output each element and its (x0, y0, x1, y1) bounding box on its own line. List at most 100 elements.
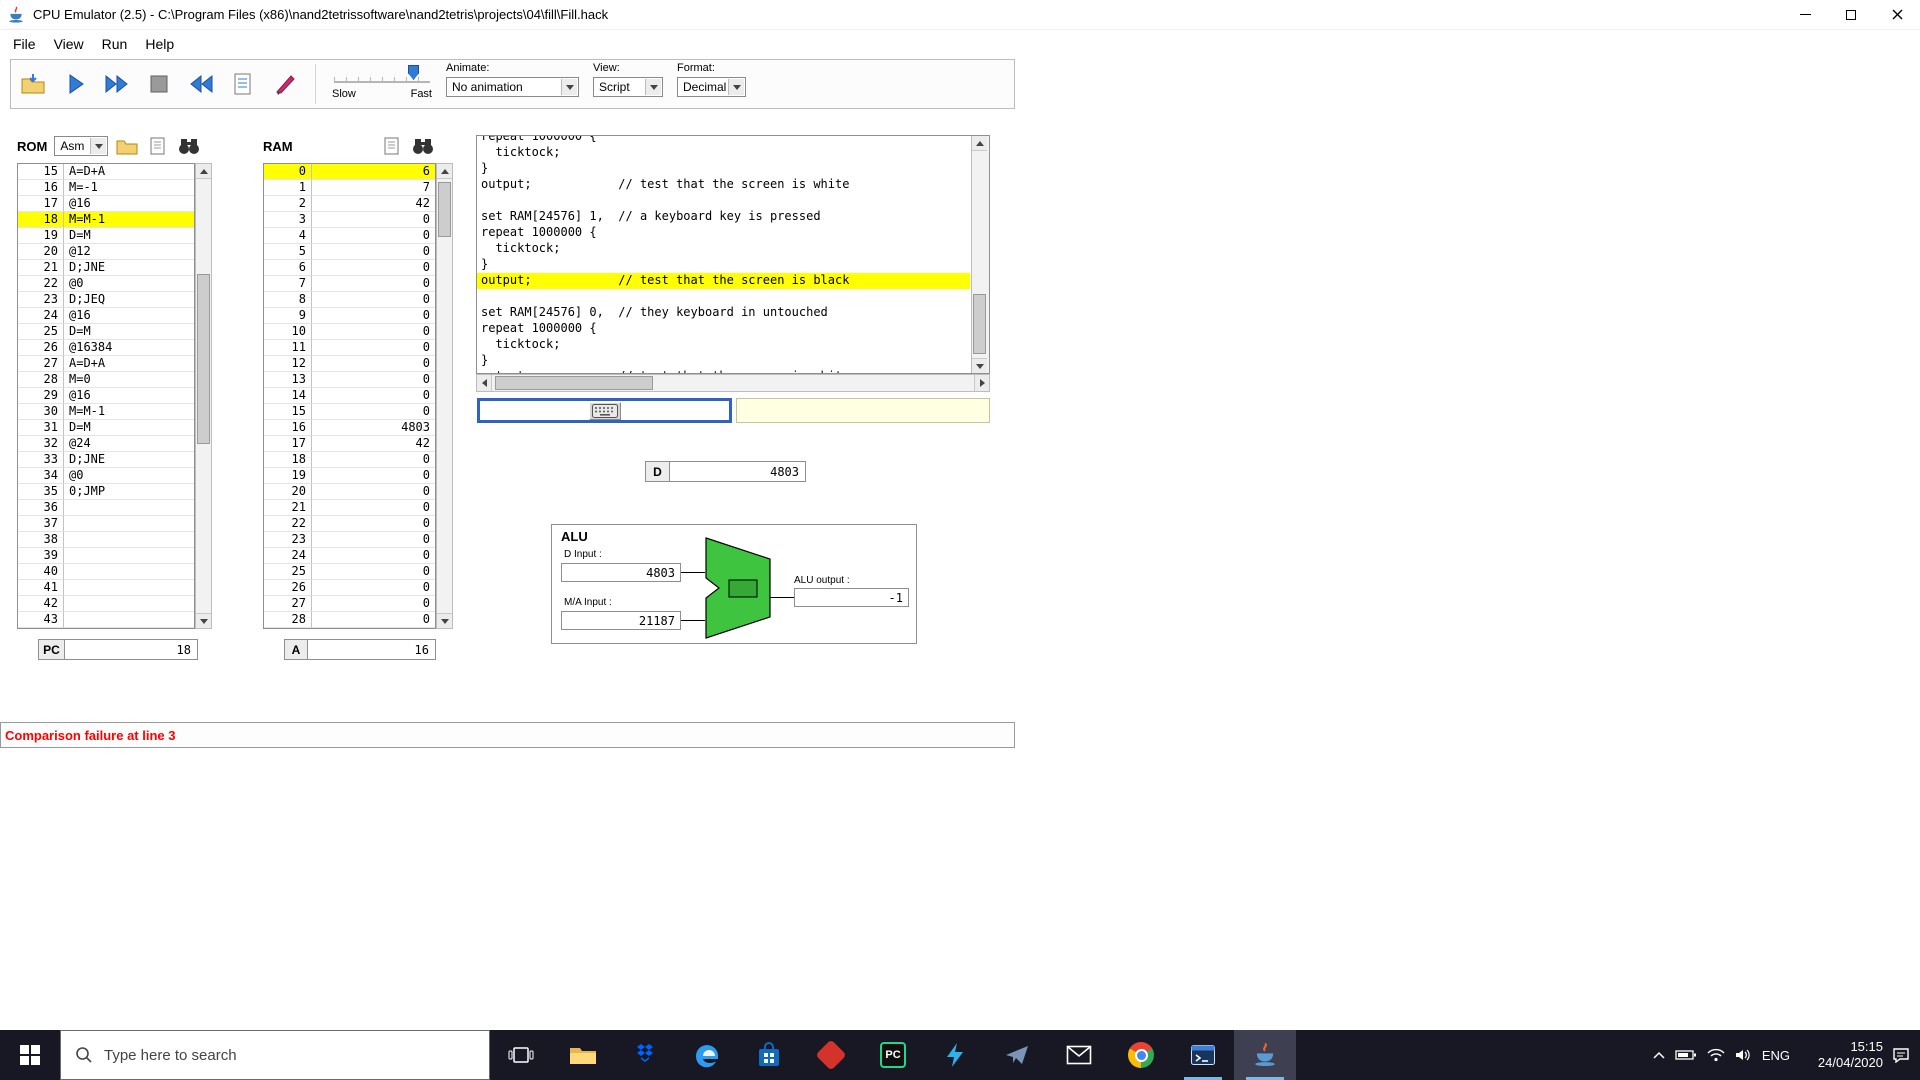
start-button[interactable] (0, 1030, 60, 1080)
mail-button[interactable] (1048, 1030, 1110, 1080)
rom-row-41[interactable]: 41 (18, 580, 194, 596)
mem-value[interactable]: @16 (64, 196, 194, 212)
script-line-12[interactable]: repeat 1000000 { (477, 321, 970, 337)
scroll-right-icon[interactable] (974, 375, 989, 391)
mem-value[interactable]: D;JNE (64, 452, 194, 468)
rom-scrollbar[interactable] (195, 163, 212, 629)
ram-row-23[interactable]: 23 0 (264, 532, 435, 548)
script-line-0[interactable]: repeat 1000000 { (477, 136, 970, 145)
mem-value[interactable]: 0 (312, 548, 435, 564)
volume-button[interactable] (1735, 1048, 1753, 1062)
rom-row-39[interactable]: 39 (18, 548, 194, 564)
mem-value[interactable]: 0 (312, 292, 435, 308)
mem-value[interactable]: @0 (64, 276, 194, 292)
script-line-13[interactable]: ticktock; (477, 337, 970, 353)
script-hscroll-thumb[interactable] (495, 376, 653, 390)
mem-value[interactable]: @0 (64, 468, 194, 484)
scroll-up-icon[interactable] (437, 164, 452, 179)
ram-row-0[interactable]: 06 (264, 164, 435, 180)
rom-row-21[interactable]: 21 D;JNE (18, 260, 194, 276)
script-line-14[interactable]: } (477, 353, 970, 369)
tray-expand-button[interactable] (1652, 1051, 1666, 1060)
rom-row-20[interactable]: 20 @12 (18, 244, 194, 260)
mem-value[interactable]: 0 (312, 532, 435, 548)
mem-value[interactable]: 0 (312, 244, 435, 260)
ram-row-4[interactable]: 40 (264, 228, 435, 244)
rom-row-24[interactable]: 24 @16 (18, 308, 194, 324)
rom-row-15[interactable]: 15 A=D+A (18, 164, 194, 180)
mem-value[interactable]: @16 (64, 388, 194, 404)
chrome-button[interactable] (1110, 1030, 1172, 1080)
menu-view[interactable]: View (45, 36, 93, 52)
ram-row-7[interactable]: 70 (264, 276, 435, 292)
ram-scrollbar[interactable] (436, 163, 453, 629)
rom-row-34[interactable]: 34 @0 (18, 468, 194, 484)
view-select[interactable]: Script (593, 77, 663, 97)
clock[interactable]: 15:15 24/04/2020 (1799, 1039, 1883, 1071)
load-program-button[interactable] (19, 68, 47, 100)
d-value-field[interactable]: 4803 (670, 461, 806, 482)
language-indicator[interactable]: ENG (1762, 1048, 1790, 1063)
ram-row-17[interactable]: 17 42 (264, 436, 435, 452)
mem-value[interactable]: @12 (64, 244, 194, 260)
script-line-11[interactable]: set RAM[24576] 0, // they keyboard in un… (477, 305, 970, 321)
mem-value[interactable]: 4803 (312, 420, 435, 436)
scroll-left-icon[interactable] (477, 375, 492, 391)
speed-slider[interactable]: Slow Fast (332, 63, 432, 105)
rom-load-button[interactable] (115, 136, 139, 156)
mem-value[interactable]: M=-1 (64, 180, 194, 196)
rom-row-31[interactable]: 31 D=M (18, 420, 194, 436)
file-explorer-button[interactable] (552, 1030, 614, 1080)
ram-row-20[interactable]: 20 0 (264, 484, 435, 500)
mem-value[interactable]: M=M-1 (64, 212, 194, 228)
mem-value[interactable]: 0 (312, 260, 435, 276)
keyboard-focus-area[interactable] (477, 398, 732, 423)
mem-value[interactable] (64, 500, 194, 516)
keyboard-display-field[interactable] (736, 398, 990, 423)
edge-button[interactable] (676, 1030, 738, 1080)
rom-row-17[interactable]: 17 @16 (18, 196, 194, 212)
ram-row-21[interactable]: 21 0 (264, 500, 435, 516)
ram-row-3[interactable]: 30 (264, 212, 435, 228)
mem-value[interactable]: D;JNE (64, 260, 194, 276)
ram-row-27[interactable]: 27 0 (264, 596, 435, 612)
app-bolt-button[interactable] (924, 1030, 986, 1080)
rom-row-22[interactable]: 22 @0 (18, 276, 194, 292)
mem-value[interactable]: 0 (312, 468, 435, 484)
mem-value[interactable]: 0 (312, 564, 435, 580)
mem-value[interactable]: 42 (312, 436, 435, 452)
rom-row-28[interactable]: 28 M=0 (18, 372, 194, 388)
rom-row-35[interactable]: 35 0;JMP (18, 484, 194, 500)
ram-row-24[interactable]: 24 0 (264, 548, 435, 564)
ram-row-14[interactable]: 14 0 (264, 388, 435, 404)
mem-value[interactable]: A=D+A (64, 164, 194, 180)
keyboard-enable-button[interactable] (588, 401, 621, 420)
mem-value[interactable]: 0 (312, 212, 435, 228)
ram-row-15[interactable]: 15 0 (264, 404, 435, 420)
rom-row-25[interactable]: 25 D=M (18, 324, 194, 340)
ram-row-5[interactable]: 50 (264, 244, 435, 260)
rom-row-19[interactable]: 19 D=M (18, 228, 194, 244)
ram-clear-button[interactable] (380, 136, 404, 156)
ram-row-25[interactable]: 25 0 (264, 564, 435, 580)
script-vscroll-thumb[interactable] (973, 294, 986, 354)
ram-row-19[interactable]: 19 0 (264, 468, 435, 484)
menu-file[interactable]: File (4, 36, 45, 52)
action-center-button[interactable] (1892, 1047, 1910, 1063)
ram-row-1[interactable]: 17 (264, 180, 435, 196)
single-step-button[interactable] (61, 68, 89, 100)
script-line-2[interactable]: } (477, 161, 970, 177)
rom-row-18[interactable]: 18 M=M-1 (18, 212, 194, 228)
store-button[interactable] (738, 1030, 800, 1080)
run-button[interactable] (103, 68, 131, 100)
mem-value[interactable]: 0 (312, 516, 435, 532)
mem-value[interactable]: 0 (312, 452, 435, 468)
ram-search-button[interactable] (411, 136, 435, 156)
script-line-4[interactable] (477, 193, 970, 209)
battery-button[interactable] (1675, 1049, 1697, 1061)
rom-row-33[interactable]: 33 D;JNE (18, 452, 194, 468)
mem-value[interactable]: 0 (312, 612, 435, 628)
rom-row-27[interactable]: 27 A=D+A (18, 356, 194, 372)
mem-value[interactable]: 0 (312, 276, 435, 292)
format-select[interactable]: Decimal (677, 77, 746, 97)
